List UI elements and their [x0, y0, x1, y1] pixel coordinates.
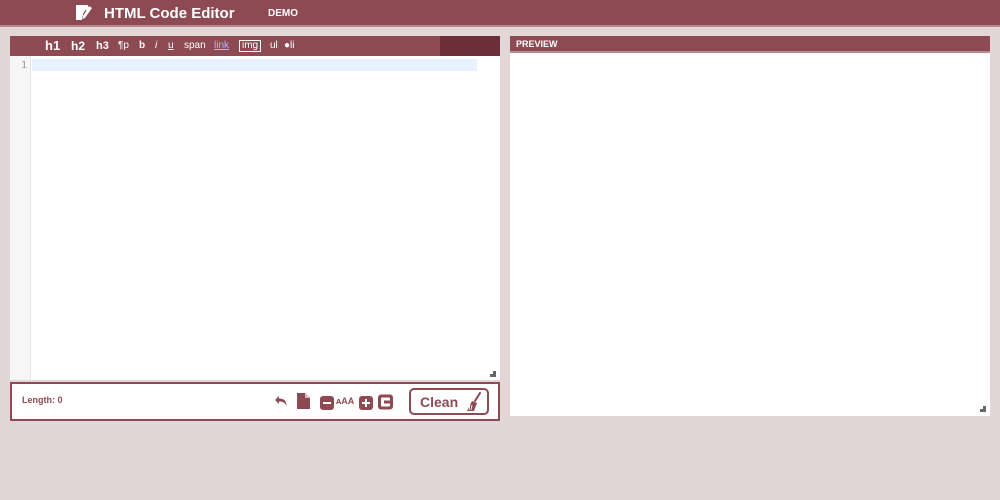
tool-h3[interactable]: h3 [96, 36, 109, 56]
code-editor-input[interactable] [32, 56, 500, 380]
formatting-toolbar: h1 h2 h3 ¶p b i u span link img ul ●li [10, 36, 500, 56]
font-size-icon: ᴀAA [336, 396, 355, 406]
decrease-font-icon[interactable] [320, 395, 334, 411]
edit-document-icon [76, 5, 92, 20]
broom-icon [467, 392, 481, 411]
app-title: HTML Code Editor [104, 5, 235, 22]
preview-resize-handle[interactable] [980, 406, 986, 412]
increase-font-icon[interactable] [359, 395, 373, 411]
tool-link[interactable]: link [214, 36, 229, 56]
tool-italic[interactable]: i [155, 36, 157, 56]
preview-panel: PREVIEW [510, 36, 990, 416]
toolbar-extra-area [440, 36, 500, 56]
tool-paragraph[interactable]: ¶p [118, 36, 129, 56]
tool-underline[interactable]: u [168, 36, 174, 56]
line-number-gutter: 1 [10, 56, 31, 380]
undo-icon[interactable] [274, 393, 290, 409]
tool-ul[interactable]: ul [270, 36, 278, 56]
top-bar: HTML Code Editor DEMO [0, 0, 1000, 27]
tool-span[interactable]: span [184, 36, 206, 56]
length-counter: Length: 0 [22, 395, 63, 405]
preview-header: PREVIEW [510, 36, 990, 53]
clean-button-label: Clean [420, 394, 459, 410]
editor-panel: h1 h2 h3 ¶p b i u span link img ul ●li 1 [10, 36, 500, 380]
editor-status-bar: Length: 0 ᴀAA Clean [10, 382, 500, 421]
editor-resize-handle[interactable] [490, 371, 496, 377]
line-number: 1 [20, 60, 27, 71]
wrap-icon[interactable] [378, 394, 393, 410]
preview-title: PREVIEW [516, 39, 558, 49]
clean-button[interactable]: Clean [409, 388, 489, 415]
tool-h2[interactable]: h2 [71, 36, 85, 56]
nav-demo-link[interactable]: DEMO [268, 8, 298, 19]
tool-h1[interactable]: h1 [45, 36, 60, 56]
tool-img[interactable]: img [239, 40, 262, 52]
tool-li[interactable]: ●li [284, 36, 294, 56]
new-document-icon[interactable] [297, 393, 310, 409]
tool-bold[interactable]: b [139, 36, 145, 56]
